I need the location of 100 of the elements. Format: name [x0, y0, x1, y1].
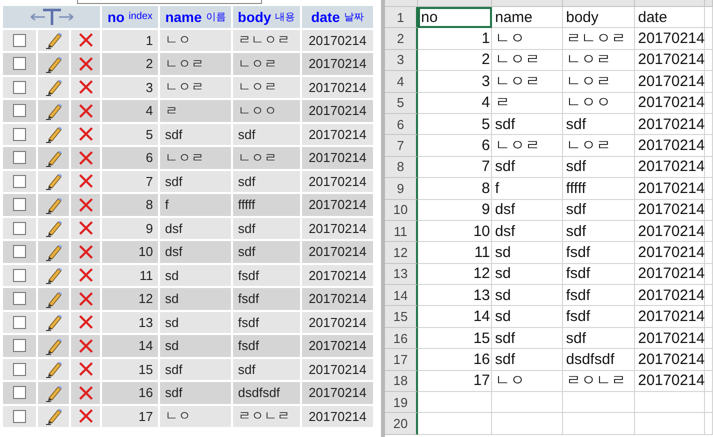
- pencil-icon[interactable]: [44, 78, 62, 96]
- spreadsheet-cell[interactable]: name: [492, 7, 563, 28]
- spreadsheet-cell[interactable]: sdf: [492, 114, 563, 136]
- empty-cell[interactable]: [563, 392, 635, 414]
- spreadsheet-cell[interactable]: 20170214: [635, 285, 705, 306]
- row-checkbox[interactable]: [13, 292, 26, 306]
- pencil-icon[interactable]: [44, 196, 62, 214]
- spreadsheet-cell[interactable]: 17: [418, 370, 492, 392]
- pencil-icon[interactable]: [44, 219, 62, 238]
- row-number[interactable]: 10: [385, 200, 418, 221]
- spreadsheet-cell[interactable]: 10: [418, 220, 492, 242]
- spreadsheet-cell[interactable]: body: [563, 7, 635, 28]
- row-number[interactable]: 16: [385, 328, 418, 350]
- row-checkbox[interactable]: [13, 245, 26, 258]
- column-arrows-icon[interactable]: [28, 8, 74, 26]
- spreadsheet-cell[interactable]: dsf: [492, 200, 563, 221]
- row-number[interactable]: 20: [385, 413, 418, 435]
- row-number[interactable]: 12: [385, 242, 418, 264]
- spreadsheet-cell[interactable]: 20170214: [635, 178, 705, 200]
- spreadsheet-cell[interactable]: ㄴㅇㄹ: [492, 71, 563, 93]
- spreadsheet-cell[interactable]: 20170214: [635, 114, 705, 136]
- pencil-icon[interactable]: [44, 148, 62, 167]
- row-number[interactable]: 8: [385, 156, 418, 178]
- spreadsheet-cell[interactable]: ㄴㅇㄹ: [492, 50, 563, 72]
- spreadsheet-cell[interactable]: sdf: [563, 114, 635, 136]
- empty-cell[interactable]: [705, 392, 713, 414]
- column-header[interactable]: body 내용: [233, 6, 300, 28]
- empty-cell[interactable]: [705, 135, 713, 157]
- delete-icon[interactable]: [78, 33, 92, 48]
- delete-icon[interactable]: [78, 292, 92, 306]
- spreadsheet-cell[interactable]: 20170214: [635, 71, 705, 93]
- empty-cell[interactable]: [492, 392, 563, 414]
- spreadsheet-cell[interactable]: 20170214: [635, 156, 705, 178]
- empty-cell[interactable]: [705, 328, 713, 350]
- spreadsheet-cell[interactable]: ㄴㅇㅇ: [563, 92, 635, 114]
- spreadsheet-cell[interactable]: 9: [418, 200, 492, 221]
- spreadsheet-cell[interactable]: sdf: [492, 349, 563, 371]
- spreadsheet-cell[interactable]: sd: [492, 242, 563, 264]
- spreadsheet-cell[interactable]: 1: [418, 28, 492, 50]
- row-number[interactable]: 7: [385, 135, 418, 157]
- row-checkbox[interactable]: [13, 128, 26, 141]
- row-checkbox[interactable]: [13, 80, 26, 94]
- spreadsheet-cell[interactable]: 8: [418, 178, 492, 200]
- empty-cell[interactable]: [492, 413, 563, 435]
- spreadsheet-cell[interactable]: fsdf: [563, 264, 635, 286]
- spreadsheet-cell[interactable]: sdf: [563, 200, 635, 221]
- delete-icon[interactable]: [78, 174, 92, 188]
- spreadsheet-cell[interactable]: 6: [418, 135, 492, 157]
- spreadsheet-cell[interactable]: dsdfsdf: [563, 349, 635, 371]
- row-checkbox[interactable]: [13, 57, 26, 70]
- spreadsheet-cell[interactable]: 7: [418, 156, 492, 178]
- delete-icon[interactable]: [78, 244, 92, 259]
- spreadsheet-cell[interactable]: 20170214: [635, 242, 705, 264]
- row-number[interactable]: 4: [385, 71, 418, 93]
- spreadsheet-cell[interactable]: 20170214: [635, 50, 705, 72]
- spreadsheet-cell[interactable]: 2: [418, 50, 492, 72]
- spreadsheet-cell[interactable]: sdf: [563, 220, 635, 242]
- pencil-icon[interactable]: [44, 242, 62, 261]
- spreadsheet-cell[interactable]: date: [635, 7, 705, 28]
- row-checkbox[interactable]: [13, 222, 26, 235]
- spreadsheet-cell[interactable]: ㄹㄴㅇㄹ: [563, 28, 635, 50]
- delete-icon[interactable]: [78, 150, 92, 165]
- empty-cell[interactable]: [705, 306, 713, 328]
- row-checkbox[interactable]: [13, 104, 26, 118]
- row-checkbox[interactable]: [13, 362, 26, 376]
- pencil-icon[interactable]: [44, 31, 62, 50]
- empty-cell[interactable]: [705, 114, 713, 136]
- empty-cell[interactable]: [705, 50, 713, 72]
- spreadsheet-cell[interactable]: 20170214: [635, 200, 705, 221]
- delete-icon[interactable]: [78, 221, 92, 236]
- empty-cell[interactable]: [563, 413, 635, 435]
- row-checkbox[interactable]: [13, 268, 26, 282]
- delete-icon[interactable]: [78, 268, 92, 282]
- spreadsheet-cell[interactable]: 20170214: [635, 370, 705, 392]
- spreadsheet-cell[interactable]: fsdf: [563, 306, 635, 328]
- row-checkbox[interactable]: [13, 198, 26, 212]
- row-number[interactable]: 9: [385, 178, 418, 200]
- spreadsheet-cell[interactable]: sdf: [492, 328, 563, 350]
- spreadsheet-cell[interactable]: 20170214: [635, 306, 705, 328]
- pencil-icon[interactable]: [44, 102, 62, 120]
- spreadsheet-cell[interactable]: ㄴㅇ: [492, 28, 563, 50]
- spreadsheet-cell[interactable]: 15: [418, 328, 492, 350]
- row-number[interactable]: 1: [385, 7, 418, 28]
- pencil-icon[interactable]: [44, 384, 62, 402]
- empty-cell[interactable]: [705, 413, 713, 435]
- pencil-icon[interactable]: [44, 360, 62, 378]
- empty-cell[interactable]: [705, 156, 713, 178]
- pencil-icon[interactable]: [44, 125, 62, 144]
- spreadsheet-cell[interactable]: 20170214: [635, 28, 705, 50]
- spreadsheet-cell[interactable]: 20170214: [635, 92, 705, 114]
- spreadsheet-cell[interactable]: 16: [418, 349, 492, 371]
- delete-icon[interactable]: [78, 80, 92, 94]
- empty-cell[interactable]: [705, 7, 713, 28]
- spreadsheet-cell[interactable]: fsdf: [563, 242, 635, 264]
- spreadsheet-cell[interactable]: ㄴㅇㄹ: [492, 135, 563, 157]
- delete-icon[interactable]: [78, 315, 92, 330]
- row-number[interactable]: 5: [385, 92, 418, 114]
- empty-cell[interactable]: [705, 285, 713, 306]
- empty-cell[interactable]: [705, 28, 713, 50]
- empty-cell[interactable]: [705, 220, 713, 242]
